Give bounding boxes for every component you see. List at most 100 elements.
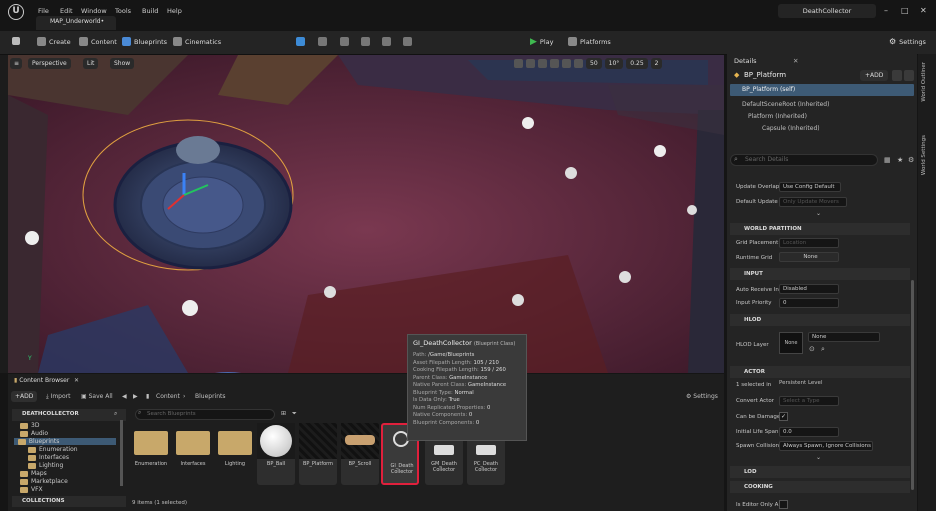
level-viewport[interactable] [8, 55, 724, 373]
is-editor-only-checkbox[interactable] [779, 500, 788, 509]
asset-tile-interfaces[interactable]: Interfaces [174, 423, 212, 485]
blueprint-options-icon[interactable] [892, 70, 902, 81]
tree-item-enumeration[interactable]: Enumeration [28, 446, 78, 453]
select-tool-icon[interactable] [514, 59, 523, 68]
asset-tile-enumeration[interactable]: Enumeration [132, 423, 170, 485]
menu-file[interactable]: File [38, 7, 49, 15]
favorites-star-icon[interactable]: ★ [897, 156, 903, 164]
minimize-button[interactable]: – [884, 6, 888, 15]
rotation-snap-value[interactable]: 10° [604, 58, 624, 69]
scale-tool-icon[interactable] [550, 59, 559, 68]
tree-item-interfaces[interactable]: Interfaces [28, 454, 69, 461]
path-blueprints[interactable]: Blueprints [195, 393, 226, 400]
modeling-mode-icon[interactable] [382, 37, 391, 46]
close-button[interactable]: ✕ [920, 6, 927, 15]
cb-search-input[interactable]: Search Blueprints [135, 409, 275, 420]
content-browser-tab[interactable]: ▮ Content Browser [14, 377, 69, 384]
auto-receive-input-dropdown[interactable]: Disabled [779, 284, 839, 294]
scale-snap-value[interactable]: 0.25 [626, 58, 648, 69]
maximize-button[interactable]: □ [901, 6, 909, 15]
default-update-dropdown[interactable]: Only Update Movers [779, 197, 847, 207]
cinematics-button[interactable]: Cinematics [173, 37, 221, 46]
menu-window[interactable]: Window [81, 7, 107, 15]
content-browser-close-icon[interactable]: ✕ [74, 377, 79, 384]
asset-tile-lighting[interactable]: Lighting [216, 423, 254, 485]
map-tab[interactable]: MAP_Underworld• [36, 16, 116, 30]
component-platform[interactable]: Platform (Inherited) [748, 113, 807, 120]
landscape-mode-icon[interactable] [318, 37, 327, 46]
tree-item-lighting[interactable]: Lighting [28, 462, 63, 469]
tree-root-row[interactable]: DEATHCOLLECTOR ⌕ [12, 409, 126, 421]
asset-tile-bp-platform[interactable]: BP_Platform [299, 423, 337, 485]
world-space-icon[interactable] [562, 59, 571, 68]
settings-button[interactable]: ⚙ Settings [889, 37, 926, 46]
filter-icon[interactable]: ⏷ [292, 410, 297, 418]
details-scrollbar[interactable] [911, 280, 914, 490]
menu-build[interactable]: Build [142, 7, 158, 15]
spawn-collision-dropdown[interactable]: Always Spawn, Ignore Collisions [779, 441, 873, 451]
cooking-section[interactable]: COOKING [730, 481, 910, 493]
import-button[interactable]: ⤓ Import [46, 393, 70, 401]
input-section[interactable]: INPUT [730, 268, 910, 280]
menu-edit[interactable]: Edit [60, 7, 73, 15]
menu-help[interactable]: Help [167, 7, 182, 15]
tree-item-3d[interactable]: 3D [20, 422, 39, 429]
asset-tile-bp-ball[interactable]: BP_Ball [257, 423, 295, 485]
component-capsule[interactable]: Capsule (Inherited) [762, 125, 820, 132]
tree-item-vfx[interactable]: VFX [20, 486, 43, 493]
lit-button[interactable]: Lit [83, 58, 99, 69]
hlod-layer-thumbnail[interactable]: None [779, 332, 803, 354]
actor-section[interactable]: ACTOR [730, 366, 910, 378]
perspective-button[interactable]: Perspective [28, 58, 71, 69]
expand-actor-chevron-icon[interactable]: ⌄ [816, 454, 821, 461]
browse-arrow-icon[interactable]: ⊙ [809, 345, 815, 353]
play-button[interactable]: ▶ Play [530, 37, 553, 47]
tree-search-icon[interactable]: ⌕ [114, 410, 117, 418]
translate-tool-icon[interactable] [526, 59, 535, 68]
collections-row[interactable]: COLLECTIONS [12, 496, 126, 507]
details-settings-gear-icon[interactable]: ⚙ [908, 156, 914, 164]
hlod-section[interactable]: HLOD [730, 314, 910, 326]
tree-item-maps[interactable]: Maps [20, 470, 47, 477]
world-outliner-tab[interactable]: World Outliner [921, 62, 927, 102]
create-button[interactable]: Create [37, 37, 71, 46]
tree-scrollbar[interactable] [120, 420, 123, 486]
camera-speed-value[interactable]: 2 [650, 58, 663, 69]
runtime-grid-value[interactable]: None [779, 252, 839, 262]
tree-item-audio[interactable]: Audio [20, 430, 48, 437]
world-settings-tab[interactable]: World Settings [921, 135, 927, 175]
show-button[interactable]: Show [110, 58, 135, 69]
lod-section[interactable]: LOD [730, 466, 910, 478]
add-component-button[interactable]: +ADD [860, 70, 889, 81]
can-be-damaged-checkbox[interactable]: ✓ [779, 412, 788, 421]
mesh-paint-icon[interactable] [361, 37, 370, 46]
cb-add-button[interactable]: +ADD [11, 391, 38, 402]
blueprints-button[interactable]: Blueprints [122, 37, 167, 46]
fracture-mode-icon[interactable] [403, 37, 412, 46]
expand-advanced-chevron-icon[interactable]: ⌄ [816, 210, 821, 217]
tree-item-blueprints[interactable]: Blueprints [14, 438, 116, 445]
details-tab[interactable]: Details [734, 57, 757, 65]
path-content[interactable]: Content [156, 393, 180, 400]
menu-tools[interactable]: Tools [115, 7, 131, 15]
browse-search-icon[interactable]: ⌕ [821, 345, 825, 354]
details-tab-close-icon[interactable]: ✕ [793, 57, 798, 65]
history-back-icon[interactable]: ◀ [122, 393, 127, 400]
lock-icon[interactable] [904, 70, 914, 81]
input-priority-field[interactable]: 0 [779, 298, 839, 308]
update-overlap-dropdown[interactable]: Use Config Default [779, 182, 841, 192]
asset-tile-bp-scroll[interactable]: BP_Scroll [341, 423, 379, 485]
viewport-menu-button[interactable]: ≡ [10, 58, 22, 69]
component-default-scene-root[interactable]: DefaultSceneRoot (Inherited) [742, 101, 829, 108]
save-icon[interactable] [12, 37, 20, 45]
world-partition-section[interactable]: WORLD PARTITION [730, 223, 910, 235]
convert-actor-dropdown[interactable]: Select a Type [779, 396, 839, 406]
platforms-button[interactable]: Platforms [568, 37, 611, 46]
save-search-icon[interactable]: ⊞ [281, 410, 286, 417]
component-self-row[interactable]: BP_Platform (self) [730, 84, 914, 96]
tree-item-marketplace[interactable]: Marketplace [20, 478, 68, 485]
foliage-mode-icon[interactable] [340, 37, 349, 46]
rotate-tool-icon[interactable] [538, 59, 547, 68]
initial-life-span-field[interactable]: 0.0 [779, 427, 839, 437]
property-matrix-icon[interactable]: ▦ [884, 156, 891, 164]
